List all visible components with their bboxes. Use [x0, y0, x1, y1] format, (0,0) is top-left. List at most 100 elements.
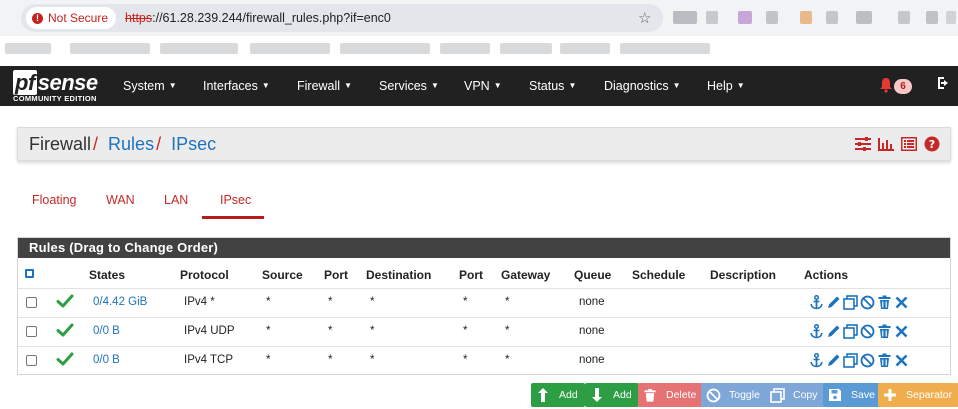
list-icon[interactable]	[901, 136, 917, 152]
sliders-icon[interactable]	[855, 136, 871, 152]
bookmark-item[interactable]	[70, 43, 150, 54]
logo-edition: COMMUNITY EDITION	[13, 94, 97, 103]
port-cell: *	[328, 325, 333, 337]
url-text[interactable]: https://61.28.239.244/firewall_rules.php…	[125, 11, 391, 25]
nav-label: Services	[379, 79, 427, 93]
breadcrumb-separator: /	[156, 134, 162, 154]
bookmark-item[interactable]	[5, 43, 51, 54]
extension-icon[interactable]	[738, 11, 752, 24]
table-row[interactable]: 0/0 B IPv4 TCP * * * * * none	[18, 346, 950, 374]
delete-x-icon[interactable]	[893, 352, 909, 368]
copy-icon[interactable]	[842, 352, 858, 368]
notification-badge[interactable]: 6	[894, 79, 912, 94]
arrow-up-icon	[535, 387, 551, 403]
bookmark-item[interactable]	[160, 43, 238, 54]
copy-icon[interactable]	[842, 294, 858, 310]
toggle-button[interactable]: Toggle	[701, 383, 767, 407]
bookmark-item[interactable]	[560, 43, 610, 54]
main-navbar: pf sense COMMUNITY EDITION System ▼ Interf…	[0, 66, 958, 106]
disable-icon[interactable]	[859, 294, 875, 310]
breadcrumb-firewall: Firewall	[29, 134, 92, 154]
check-icon[interactable]	[56, 292, 74, 310]
add-bottom-button[interactable]: Add	[585, 383, 639, 407]
delete-button[interactable]: Delete	[638, 383, 704, 407]
extension-icon[interactable]	[898, 11, 910, 24]
extension-icon[interactable]	[766, 11, 778, 24]
nav-interfaces[interactable]: Interfaces ▼	[203, 79, 270, 93]
disable-icon[interactable]	[859, 323, 875, 339]
svg-text:?: ?	[929, 138, 935, 151]
nav-vpn[interactable]: VPN ▼	[464, 79, 502, 93]
extension-icon[interactable]	[800, 11, 812, 24]
anchor-icon[interactable]	[808, 294, 824, 310]
select-all-checkbox[interactable]	[25, 269, 34, 278]
edit-pencil-icon[interactable]	[825, 294, 841, 310]
nav-diagnostics[interactable]: Diagnostics ▼	[604, 79, 681, 93]
disable-icon[interactable]	[859, 352, 875, 368]
copy-icon[interactable]	[842, 323, 858, 339]
nav-services[interactable]: Services ▼	[379, 79, 439, 93]
edit-pencil-icon[interactable]	[825, 352, 841, 368]
add-top-button[interactable]: Add	[531, 383, 585, 407]
queue-cell: none	[579, 296, 605, 308]
delete-x-icon[interactable]	[893, 323, 909, 339]
caret-down-icon: ▼	[736, 81, 745, 90]
copy-button[interactable]: Copy	[765, 383, 825, 407]
states-link[interactable]: 0/0 B	[93, 325, 120, 337]
bookmark-star-icon[interactable]: ☆	[638, 9, 651, 27]
nav-label: Diagnostics	[604, 79, 669, 93]
gateway-cell: *	[505, 296, 510, 308]
separator-button[interactable]: Separator	[878, 383, 958, 407]
tab-floating[interactable]: Floating	[32, 193, 76, 207]
states-link[interactable]: 0/4.42 GiB	[93, 296, 147, 308]
bookmark-item[interactable]	[340, 43, 430, 54]
bookmark-item[interactable]	[620, 43, 710, 54]
column-header: Port	[324, 268, 348, 282]
table-row[interactable]: 0/0 B IPv4 UDP * * * * * none	[18, 317, 950, 345]
protocol-cell: IPv4 TCP	[184, 354, 233, 366]
row-checkbox[interactable]	[26, 326, 37, 337]
help-icon[interactable]: ?	[924, 136, 940, 152]
trash-icon[interactable]	[876, 352, 892, 368]
extension-icon[interactable]	[946, 11, 956, 24]
breadcrumb-rules[interactable]: Rules	[108, 134, 154, 154]
anchor-icon[interactable]	[808, 352, 824, 368]
nav-firewall[interactable]: Firewall ▼	[297, 79, 352, 93]
bookmark-item[interactable]	[440, 43, 490, 54]
table-row[interactable]: 0/4.42 GiB IPv4 * * * * * * none	[18, 288, 950, 316]
trash-icon[interactable]	[876, 323, 892, 339]
address-bar[interactable]: ! Not Secure https://61.28.239.244/firew…	[21, 4, 663, 32]
extension-icon[interactable]	[673, 11, 697, 24]
bell-icon[interactable]	[879, 77, 893, 96]
bookmark-item[interactable]	[500, 43, 552, 54]
anchor-icon[interactable]	[808, 323, 824, 339]
tab-lan[interactable]: LAN	[164, 193, 188, 207]
nav-help[interactable]: Help ▼	[707, 79, 745, 93]
tab-wan[interactable]: WAN	[106, 193, 135, 207]
breadcrumb-ipsec[interactable]: IPsec	[171, 134, 216, 154]
tab-ipsec[interactable]: IPsec	[220, 193, 251, 207]
extension-icon[interactable]	[856, 11, 872, 24]
states-link[interactable]: 0/0 B	[93, 354, 120, 366]
bar-chart-icon[interactable]	[878, 136, 894, 152]
edit-pencil-icon[interactable]	[825, 323, 841, 339]
security-chip[interactable]: ! Not Secure	[26, 7, 117, 29]
logout-icon[interactable]	[936, 75, 952, 95]
nav-system[interactable]: System ▼	[123, 79, 177, 93]
pfsense-logo[interactable]: pf sense COMMUNITY EDITION	[13, 70, 103, 104]
check-icon[interactable]	[56, 321, 74, 339]
bookmark-item[interactable]	[250, 43, 330, 54]
trash-icon[interactable]	[876, 294, 892, 310]
extension-icon[interactable]	[826, 11, 838, 24]
row-checkbox[interactable]	[26, 355, 37, 366]
check-icon[interactable]	[56, 350, 74, 368]
delete-x-icon[interactable]	[893, 294, 909, 310]
extension-icon[interactable]	[926, 11, 938, 24]
column-header: Actions	[804, 268, 849, 282]
plus-icon	[882, 387, 898, 403]
nav-status[interactable]: Status ▼	[529, 79, 576, 93]
row-checkbox[interactable]	[26, 297, 37, 308]
save-button[interactable]: Save	[823, 383, 882, 407]
extension-icon[interactable]	[706, 11, 718, 24]
row-actions	[808, 294, 909, 310]
